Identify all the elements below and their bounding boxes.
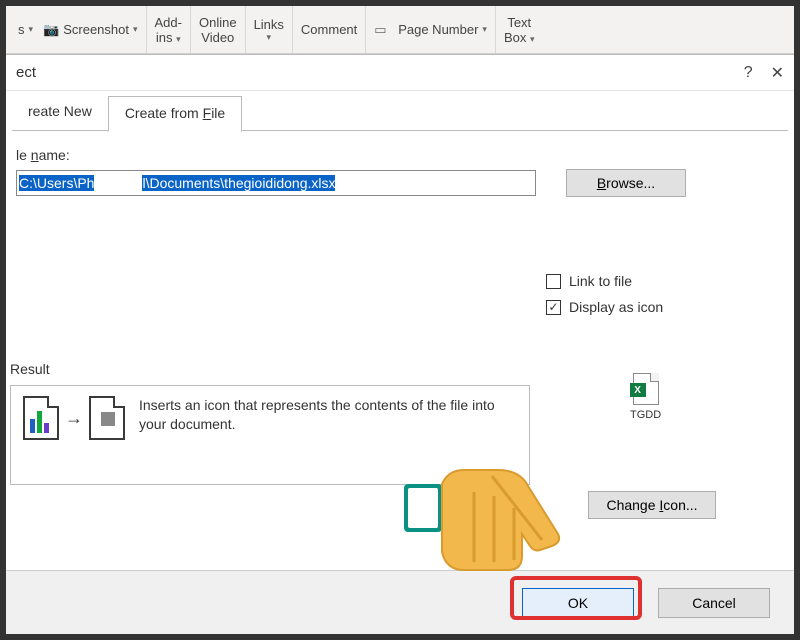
ribbon-text-box[interactable]: TextBox ▾ (496, 6, 543, 53)
document-icon (89, 396, 125, 440)
ribbon-addins[interactable]: Add-ins ▾ (147, 6, 191, 53)
ribbon-links[interactable]: Links▾ (246, 6, 293, 53)
result-title: Result (10, 361, 788, 377)
change-icon-button[interactable]: Change Icon... (588, 491, 716, 519)
browse-button[interactable]: Browse... (566, 169, 686, 197)
help-button[interactable]: ? (744, 64, 753, 82)
tab-create-new[interactable]: reate New (12, 95, 108, 131)
chart-document-icon (23, 396, 59, 440)
ribbon-comment[interactable]: Comment (293, 6, 366, 53)
dialog-titlebar: ect ? ✕ (6, 55, 794, 91)
chevron-down-icon: ▾ (29, 24, 34, 35)
link-to-file-checkbox[interactable]: Link to file (546, 273, 788, 289)
close-button[interactable]: ✕ (771, 63, 784, 83)
file-name-label: le name: (16, 147, 788, 163)
file-name-input[interactable]: C:\Users\Phl\Documents\thegioididong.xls… (16, 170, 536, 196)
arrow-right-icon: → (65, 408, 83, 429)
chevron-down-icon: ▾ (133, 24, 138, 35)
excel-file-icon: X (633, 373, 659, 405)
dialog-tabs: reate New Create from File (12, 95, 788, 131)
result-section: Result → Inserts an icon that represents… (10, 361, 788, 485)
ribbon-page-number[interactable]: ▭ Page Number▾ (366, 6, 496, 53)
dialog-title: ect (16, 64, 36, 81)
cancel-button[interactable]: Cancel (658, 588, 770, 618)
result-text: Inserts an icon that represents the cont… (139, 396, 517, 434)
ribbon-online-video[interactable]: OnlineVideo (191, 6, 246, 53)
object-dialog: ect ? ✕ reate New Create from File le na… (6, 54, 794, 634)
ribbon-pictures-group[interactable]: s▾ 📷 Screenshot▾ (10, 6, 147, 53)
file-icon-preview: X TGDD (630, 373, 661, 421)
file-icon-label: TGDD (630, 409, 661, 421)
checkbox-checked-icon: ✓ (546, 300, 561, 315)
checkbox-unchecked-icon (546, 274, 561, 289)
tab-create-from-file[interactable]: Create from File (108, 96, 242, 132)
ok-button[interactable]: OK (522, 588, 634, 618)
dialog-footer: OK Cancel (6, 570, 794, 634)
ribbon: s▾ 📷 Screenshot▾ Add-ins ▾ OnlineVideo L… (6, 6, 794, 54)
display-as-icon-checkbox[interactable]: ✓ Display as icon (546, 299, 788, 315)
